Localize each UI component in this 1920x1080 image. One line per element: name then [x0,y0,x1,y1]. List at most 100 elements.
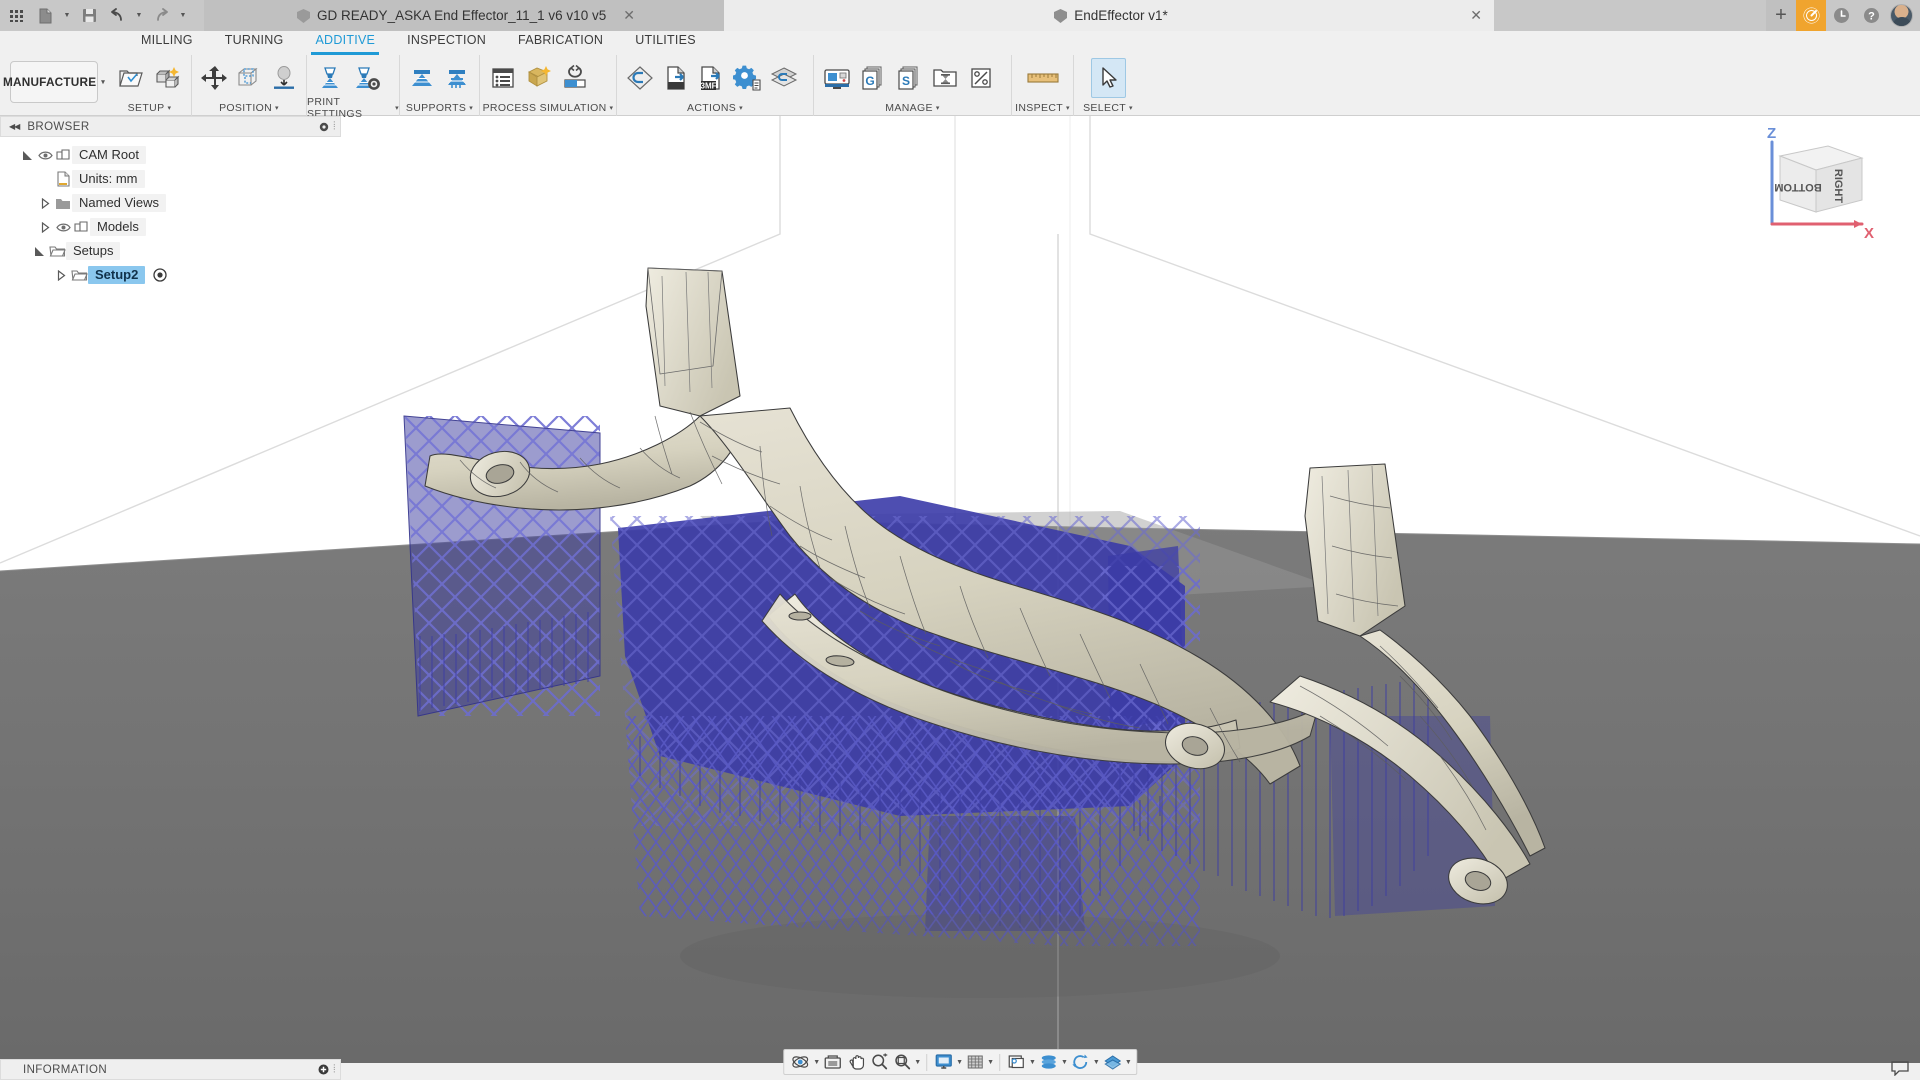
panel-label-print-settings[interactable]: PRINT SETTINGS ▾ [307,96,399,120]
panel-resize-handle[interactable]: ⦙ [333,1063,336,1076]
job-status-icon[interactable] [927,58,962,98]
information-bar[interactable]: INFORMATION ⦙ [0,1059,341,1080]
viewports-icon[interactable] [1005,1050,1028,1074]
tab-fabrication[interactable]: FABRICATION [502,31,619,53]
volume-support-icon[interactable] [405,58,439,98]
automatic-orientation-icon[interactable] [232,58,266,98]
fit-dropdown-caret[interactable]: ▼ [914,1059,921,1066]
panel-label-setup[interactable]: SETUP ▾ [108,101,191,116]
refresh-dropdown-caret[interactable]: ▼ [1093,1059,1100,1066]
display-settings-icon[interactable] [932,1050,955,1074]
undo-dropdown-caret[interactable]: ▼ [132,2,146,29]
post-process-icon[interactable] [730,58,765,98]
panel-label-inspect[interactable]: INSPECT ▾ [1012,101,1073,116]
grid-snaps-dropdown-caret[interactable]: ▼ [987,1059,994,1066]
panel-label-process-simulation[interactable]: PROCESS SIMULATION ▾ [480,101,616,116]
expander-open-icon[interactable] [30,246,48,256]
tree-item-models[interactable]: Models [0,215,341,239]
machine-library-icon[interactable] [819,58,854,98]
panel-label-position[interactable]: POSITION ▾ [192,101,306,116]
generic-print-setting-library-icon[interactable]: G [855,58,890,98]
look-at-icon[interactable] [821,1050,844,1074]
fit-icon[interactable] [891,1050,913,1074]
object-visibility-dropdown-caret[interactable]: ▼ [1125,1059,1132,1066]
tree-item-named-views[interactable]: Named Views [0,191,341,215]
view-cube[interactable]: Z X BOTTOM RIGHT [1750,120,1880,240]
panel-label-actions[interactable]: ACTIONS ▾ [617,101,813,116]
simulation-compare-icon[interactable] [557,58,592,98]
tab-turning[interactable]: TURNING [209,31,300,53]
refresh-icon[interactable] [1069,1050,1092,1074]
document-tab-0[interactable]: GD READY_ASKA End Effector_11_1 v6 v10 v… [204,0,724,31]
zoom-icon[interactable] [868,1050,890,1074]
display-settings-dropdown-caret[interactable]: ▼ [956,1059,963,1066]
tab-inspection[interactable]: INSPECTION [391,31,502,53]
generate-toolpath-icon[interactable] [622,58,657,98]
export-icon[interactable] [658,58,693,98]
setup-active-target-icon[interactable] [151,268,169,282]
panel-resize-handle[interactable]: ⦙ [333,120,336,133]
document-tab-1[interactable]: EndEffector v1* ✕ [724,0,1494,31]
app-grid-icon[interactable] [4,2,30,29]
measure-icon[interactable] [1025,58,1060,98]
document-tab-close-1[interactable]: ✕ [1470,7,1482,24]
export-3mf-icon[interactable]: 3MF [694,58,729,98]
simulation-setup-icon[interactable] [485,58,520,98]
undo-icon[interactable] [104,2,130,29]
expander-closed-icon[interactable] [36,221,54,233]
workspace-switcher-button[interactable]: MANUFACTURE ▾ [3,61,105,103]
new-file-icon[interactable] [32,2,58,29]
tab-additive[interactable]: ADDITIVE [299,31,391,55]
document-tab-close-0[interactable]: ✕ [623,7,635,24]
expander-open-icon[interactable] [18,150,36,160]
tree-item-setup2[interactable]: Setup2 [0,263,341,287]
comment-icon[interactable] [1890,1060,1910,1076]
expander-closed-icon[interactable] [52,269,70,281]
component-color-cycling-icon[interactable] [1037,1050,1060,1074]
manual-nc-icon[interactable] [149,58,184,98]
color-cycling-dropdown-caret[interactable]: ▼ [1061,1059,1068,1066]
tab-milling[interactable]: MILLING [125,31,209,53]
redo-icon[interactable] [148,2,174,29]
browser-options-icon[interactable] [319,122,329,132]
tree-item-units[interactable]: Units: mm [0,167,341,191]
extension-badge-icon[interactable] [1796,0,1826,31]
new-tab-button[interactable]: + [1766,0,1796,31]
visibility-eye-icon[interactable] [54,222,72,233]
object-visibility-icon[interactable] [1101,1050,1124,1074]
help-icon[interactable]: ? [1856,0,1886,31]
select-cursor-icon[interactable] [1090,58,1126,98]
panel-label-supports[interactable]: SUPPORTS ▾ [400,101,479,116]
tolerance-icon[interactable] [963,58,998,98]
compensate-icon[interactable] [521,58,556,98]
pan-icon[interactable] [845,1050,867,1074]
panel-label-manage[interactable]: MANAGE ▾ [814,101,1011,116]
print-settings-icon[interactable] [312,58,347,98]
print-setting-library-icon[interactable]: S [891,58,926,98]
move-icon[interactable] [197,58,231,98]
collapse-panel-icon[interactable]: ◀◀ [9,122,20,131]
redo-dropdown-caret[interactable]: ▼ [176,2,190,29]
orbit-dropdown-caret[interactable]: ▼ [813,1059,820,1066]
save-icon[interactable] [76,2,102,29]
orbit-icon[interactable] [788,1050,812,1074]
place-on-platform-icon[interactable] [267,58,301,98]
panel-label-text: SUPPORTS [405,101,467,114]
new-setup-icon[interactable] [113,58,148,98]
print-settings-edit-icon[interactable] [348,58,383,98]
tree-item-setups[interactable]: Setups [0,239,341,263]
new-file-dropdown-caret[interactable]: ▼ [60,2,74,29]
tree-item-cam-root[interactable]: CAM Root [0,143,341,167]
bar-support-icon[interactable] [440,58,474,98]
expander-closed-icon[interactable] [36,197,54,209]
user-avatar[interactable] [1890,4,1913,27]
document-tab-label-1: EndEffector v1* [1074,8,1168,23]
panel-label-select[interactable]: SELECT ▾ [1074,101,1142,116]
visibility-eye-icon[interactable] [36,150,54,161]
information-add-icon[interactable] [318,1064,329,1075]
tab-utilities[interactable]: UTILITIES [619,31,712,53]
grid-snaps-icon[interactable] [964,1050,986,1074]
job-status-clock-icon[interactable] [1826,0,1856,31]
slice-preview-icon[interactable] [766,58,801,98]
viewports-dropdown-caret[interactable]: ▼ [1029,1059,1036,1066]
